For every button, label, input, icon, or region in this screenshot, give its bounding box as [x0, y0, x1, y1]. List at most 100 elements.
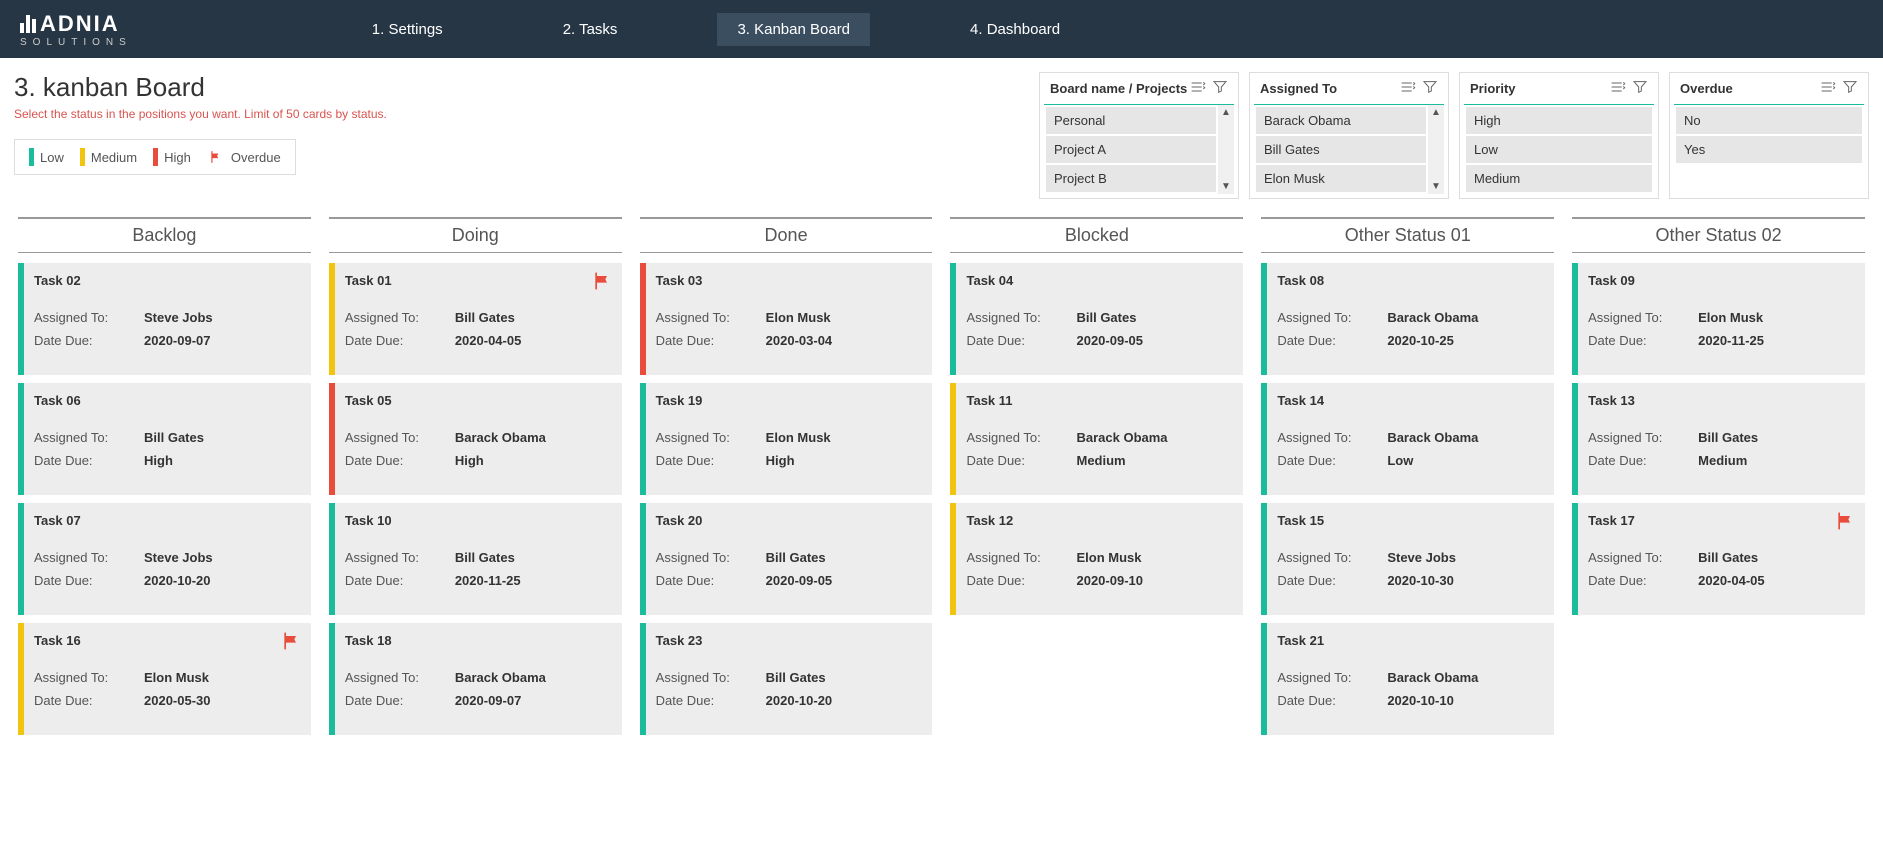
kanban-card[interactable]: Task 13Assigned To:Bill GatesDate Due:Me…	[1572, 383, 1865, 495]
nav-tab-0[interactable]: 1. Settings	[352, 13, 463, 46]
filter-option[interactable]: No	[1676, 107, 1862, 134]
scroll-down-icon[interactable]: ▼	[1431, 181, 1441, 192]
legend-high: High	[153, 148, 191, 166]
kanban-card[interactable]: Task 07Assigned To:Steve JobsDate Due:20…	[18, 503, 311, 615]
kanban-card[interactable]: Task 08Assigned To:Barack ObamaDate Due:…	[1261, 263, 1554, 375]
scroll-up-icon[interactable]: ▲	[1431, 107, 1441, 118]
kanban-card[interactable]: Task 21Assigned To:Barack ObamaDate Due:…	[1261, 623, 1554, 735]
nav-tab-2[interactable]: 3. Kanban Board	[717, 13, 870, 46]
column-header[interactable]: Done	[640, 217, 933, 253]
kanban-card[interactable]: Task 18Assigned To:Barack ObamaDate Due:…	[329, 623, 622, 735]
kanban-card[interactable]: Task 02Assigned To:Steve JobsDate Due:20…	[18, 263, 311, 375]
kanban-card[interactable]: Task 11Assigned To:Barack ObamaDate Due:…	[950, 383, 1243, 495]
nav-tab-3[interactable]: 4. Dashboard	[950, 13, 1080, 46]
assigned-label: Assigned To:	[1277, 430, 1387, 445]
filter-option[interactable]: Medium	[1466, 165, 1652, 192]
kanban-card[interactable]: Task 20Assigned To:Bill GatesDate Due:20…	[640, 503, 933, 615]
due-value: 2020-05-30	[144, 693, 211, 708]
app-logo: ADNIA SOLUTIONS	[20, 11, 132, 48]
legend-medium: Medium	[80, 148, 137, 166]
column-header[interactable]: Blocked	[950, 217, 1243, 253]
multiselect-icon[interactable]	[1610, 79, 1626, 98]
filter-title: Board name / Projects	[1050, 81, 1187, 96]
assigned-label: Assigned To:	[656, 670, 766, 685]
logo-text: ADNIA	[40, 11, 120, 37]
due-value: 2020-11-25	[1698, 333, 1764, 348]
column-header[interactable]: Other Status 02	[1572, 217, 1865, 253]
assigned-label: Assigned To:	[345, 550, 455, 565]
assigned-value: Elon Musk	[766, 430, 831, 445]
assigned-label: Assigned To:	[34, 430, 144, 445]
multiselect-icon[interactable]	[1190, 79, 1206, 98]
card-title: Task 11	[966, 393, 1231, 408]
due-label: Date Due:	[966, 453, 1076, 468]
card-title: Task 07	[34, 513, 299, 528]
filter-option[interactable]: Bill Gates	[1256, 136, 1426, 163]
due-label: Date Due:	[1277, 693, 1387, 708]
card-title: Task 01	[345, 273, 610, 288]
funnel-icon[interactable]	[1842, 79, 1858, 98]
kanban-card[interactable]: Task 23Assigned To:Bill GatesDate Due:20…	[640, 623, 933, 735]
assigned-label: Assigned To:	[1588, 550, 1698, 565]
column-header[interactable]: Other Status 01	[1261, 217, 1554, 253]
kanban-card[interactable]: Task 16Assigned To:Elon MuskDate Due:202…	[18, 623, 311, 735]
multiselect-icon[interactable]	[1400, 79, 1416, 98]
scroll-down-icon[interactable]: ▼	[1221, 181, 1231, 192]
kanban-column: Blocked Task 04Assigned To:Bill GatesDate…	[946, 217, 1247, 743]
due-value: 2020-11-25	[455, 573, 521, 588]
card-title: Task 08	[1277, 273, 1542, 288]
funnel-icon[interactable]	[1212, 79, 1228, 98]
scroll-up-icon[interactable]: ▲	[1221, 107, 1231, 118]
column-header[interactable]: Doing	[329, 217, 622, 253]
due-label: Date Due:	[34, 453, 144, 468]
column-header[interactable]: Backlog	[18, 217, 311, 253]
card-title: Task 20	[656, 513, 921, 528]
filter-option[interactable]: Low	[1466, 136, 1652, 163]
filter-option[interactable]: Project A	[1046, 136, 1216, 163]
due-value: 2020-10-20	[766, 693, 833, 708]
kanban-column: Doing Task 01Assigned To:Bill GatesDate D…	[325, 217, 626, 743]
filter-option[interactable]: Personal	[1046, 107, 1216, 134]
filter-scrollbar[interactable]: ▲▼	[1428, 105, 1444, 194]
kanban-card[interactable]: Task 05Assigned To:Barack ObamaDate Due:…	[329, 383, 622, 495]
due-value: 2020-09-05	[766, 573, 833, 588]
filter-panel-3: OverdueNoYes	[1669, 72, 1869, 199]
filter-title: Priority	[1470, 81, 1516, 96]
nav-tab-1[interactable]: 2. Tasks	[543, 13, 638, 46]
assigned-label: Assigned To:	[345, 670, 455, 685]
card-title: Task 05	[345, 393, 610, 408]
card-title: Task 16	[34, 633, 299, 648]
funnel-icon[interactable]	[1422, 79, 1438, 98]
card-title: Task 21	[1277, 633, 1542, 648]
kanban-card[interactable]: Task 09Assigned To:Elon MuskDate Due:202…	[1572, 263, 1865, 375]
filter-option[interactable]: Elon Musk	[1256, 165, 1426, 192]
due-label: Date Due:	[1277, 573, 1387, 588]
kanban-card[interactable]: Task 03Assigned To:Elon MuskDate Due:202…	[640, 263, 933, 375]
due-label: Date Due:	[34, 573, 144, 588]
kanban-card[interactable]: Task 17Assigned To:Bill GatesDate Due:20…	[1572, 503, 1865, 615]
due-label: Date Due:	[1277, 453, 1387, 468]
kanban-card[interactable]: Task 15Assigned To:Steve JobsDate Due:20…	[1261, 503, 1554, 615]
filter-option[interactable]: Project B	[1046, 165, 1216, 192]
card-title: Task 23	[656, 633, 921, 648]
kanban-card[interactable]: Task 04Assigned To:Bill GatesDate Due:20…	[950, 263, 1243, 375]
kanban-card[interactable]: Task 10Assigned To:Bill GatesDate Due:20…	[329, 503, 622, 615]
kanban-card[interactable]: Task 14Assigned To:Barack ObamaDate Due:…	[1261, 383, 1554, 495]
filter-scrollbar[interactable]: ▲▼	[1218, 105, 1234, 194]
kanban-card[interactable]: Task 19Assigned To:Elon MuskDate Due:Hig…	[640, 383, 933, 495]
filter-option[interactable]: Barack Obama	[1256, 107, 1426, 134]
kanban-card[interactable]: Task 06Assigned To:Bill GatesDate Due:Hi…	[18, 383, 311, 495]
filter-option[interactable]: Yes	[1676, 136, 1862, 163]
due-value: Medium	[1076, 453, 1125, 468]
assigned-value: Elon Musk	[144, 670, 209, 685]
due-value: Medium	[1698, 453, 1747, 468]
assigned-label: Assigned To:	[1588, 430, 1698, 445]
priority-legend: Low Medium High Overdue	[14, 139, 296, 175]
kanban-card[interactable]: Task 12Assigned To:Elon MuskDate Due:202…	[950, 503, 1243, 615]
due-value: 2020-09-07	[144, 333, 211, 348]
assigned-label: Assigned To:	[966, 430, 1076, 445]
filter-option[interactable]: High	[1466, 107, 1652, 134]
kanban-card[interactable]: Task 01Assigned To:Bill GatesDate Due:20…	[329, 263, 622, 375]
funnel-icon[interactable]	[1632, 79, 1648, 98]
multiselect-icon[interactable]	[1820, 79, 1836, 98]
